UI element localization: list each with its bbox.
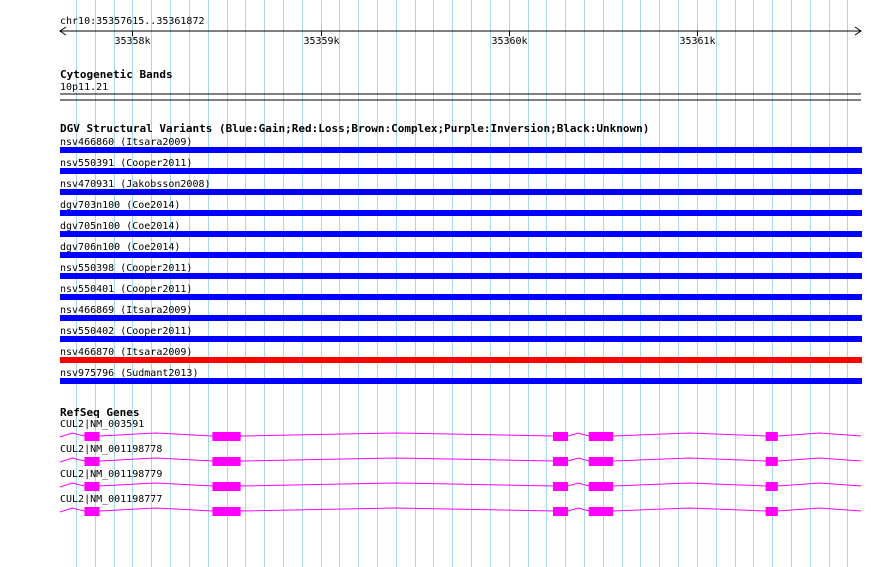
ruler-tick-label: 35359k [303, 36, 339, 47]
exon-block[interactable] [552, 482, 569, 491]
exon-block[interactable] [552, 457, 569, 466]
variant-bar[interactable] [60, 252, 862, 258]
variant-label: nsv470931 (Jakobsson2008) [60, 179, 211, 190]
exon-block[interactable] [765, 482, 778, 491]
exon-block[interactable] [588, 457, 614, 466]
variant-bar[interactable] [60, 189, 862, 195]
variant-label: nsv550402 (Cooper2011) [60, 326, 192, 337]
variant-bar[interactable] [60, 336, 862, 342]
ruler-tick-label: 35360k [491, 36, 527, 47]
exon-block[interactable] [84, 457, 100, 466]
refseq-features: CUL2|NM_003591 CUL2|NM_001198778 CUL2|NM_0… [59, 419, 862, 516]
variant-label: nsv975796 (Sudmant2013) [60, 368, 198, 379]
transcript-intron-line [59, 507, 862, 513]
exon-block[interactable] [212, 482, 241, 491]
exon-block[interactable] [588, 482, 614, 491]
refseq-track-title: RefSeq Genes [60, 406, 139, 419]
exon-block[interactable] [84, 432, 100, 441]
variant-label: dgv706n100 (Coe2014) [60, 242, 180, 253]
dgv-features: nsv466860 (Itsara2009) nsv550391 (Cooper2… [60, 137, 862, 384]
region-label: chr10:35357615..35361872 [60, 16, 205, 27]
variant-label: dgv703n100 (Coe2014) [60, 200, 180, 211]
genome-browser-view: chr10:35357615..35361872 35358k 35359k 353… [59, 0, 862, 567]
variant-bar[interactable] [60, 147, 862, 153]
transcript-label: CUL2|NM_001198779 [60, 469, 162, 480]
variant-bar[interactable] [60, 168, 862, 174]
exon-block[interactable] [212, 457, 241, 466]
transcript-label: CUL2|NM_003591 [60, 419, 144, 430]
exon-block[interactable] [84, 482, 100, 491]
cytoband-label: 10p11.21 [60, 82, 108, 93]
exon-block[interactable] [765, 507, 778, 516]
exon-block[interactable] [588, 432, 614, 441]
transcript-intron-line [59, 482, 862, 488]
variant-label: nsv466860 (Itsara2009) [60, 137, 192, 148]
variant-label: nsv466869 (Itsara2009) [60, 305, 192, 316]
variant-label: nsv550401 (Cooper2011) [60, 284, 192, 295]
ruler-tick-label: 35361k [679, 36, 715, 47]
variant-bar[interactable] [60, 210, 862, 216]
dgv-track-title: DGV Structural Variants (Blue:Gain;Red:L… [60, 122, 649, 135]
transcript-intron-line [59, 457, 862, 463]
exon-block[interactable] [84, 507, 100, 516]
transcript-intron-line [59, 432, 862, 438]
variant-label: nsv466870 (Itsara2009) [60, 347, 192, 358]
exon-block[interactable] [765, 432, 778, 441]
exon-block[interactable] [765, 457, 778, 466]
variant-bar[interactable] [60, 378, 862, 384]
variant-bar[interactable] [60, 315, 862, 321]
exon-block[interactable] [212, 432, 241, 441]
variant-label: nsv550391 (Cooper2011) [60, 158, 192, 169]
coordinate-ruler: chr10:35357615..35361872 35358k 35359k 353… [59, 16, 862, 47]
exon-block[interactable] [552, 432, 569, 441]
transcript-label: CUL2|NM_001198778 [60, 444, 162, 455]
cytoband-track: Cytogenetic Bands 10p11.21 [60, 68, 861, 101]
variant-bar[interactable] [60, 357, 862, 363]
variant-label: nsv550398 (Cooper2011) [60, 263, 192, 274]
refseq-track: RefSeq Genes CUL2|NM_003591 CUL2|NM_00119… [59, 406, 862, 516]
dgv-track: DGV Structural Variants (Blue:Gain;Red:L… [60, 122, 862, 384]
transcript-label: CUL2|NM_001198777 [60, 494, 162, 505]
variant-bar[interactable] [60, 273, 862, 279]
exon-block[interactable] [588, 507, 614, 516]
exon-block[interactable] [552, 507, 569, 516]
variant-bar[interactable] [60, 294, 862, 300]
exon-block[interactable] [212, 507, 241, 516]
variant-bar[interactable] [60, 231, 862, 237]
ruler-tick-label: 35358k [114, 36, 150, 47]
variant-label: dgv705n100 (Coe2014) [60, 221, 180, 232]
cytoband-track-title: Cytogenetic Bands [60, 68, 173, 81]
